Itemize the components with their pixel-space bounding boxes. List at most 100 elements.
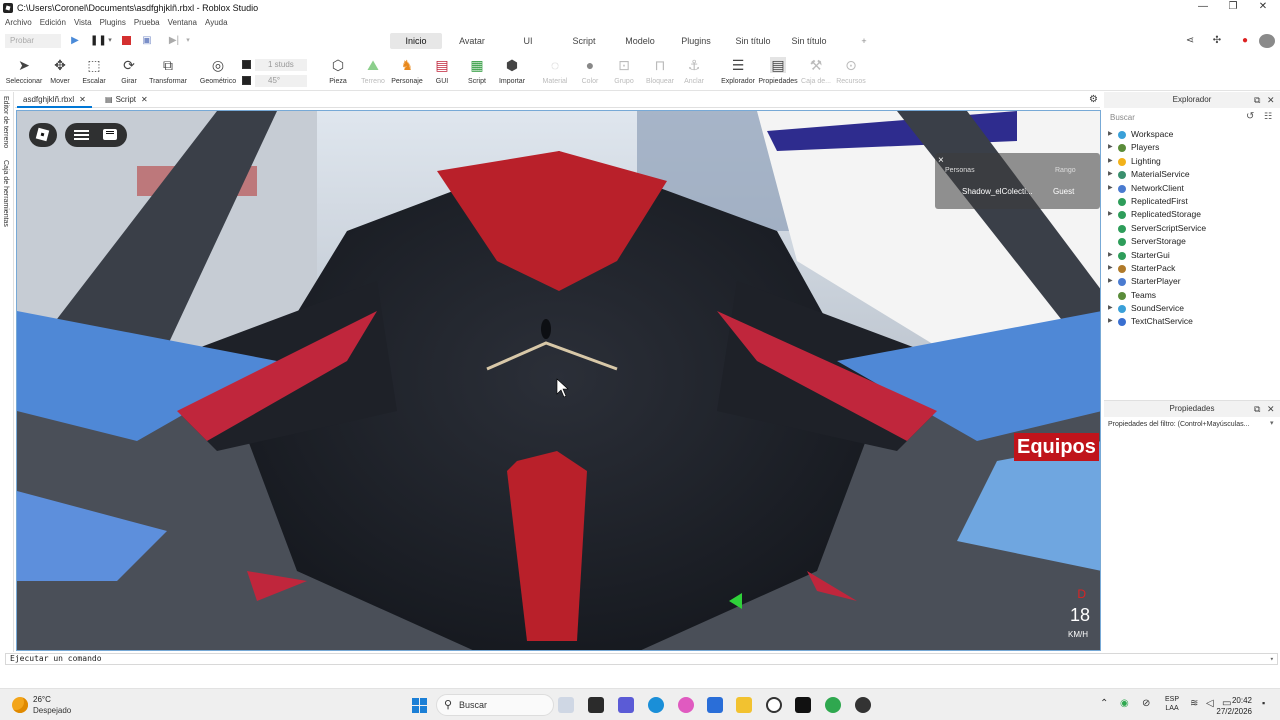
menu-edit[interactable]: Edición — [40, 18, 66, 27]
stop-icon[interactable] — [120, 35, 132, 47]
settings-gear-icon[interactable]: ⚙ — [1083, 92, 1104, 108]
volume-icon[interactable]: ◁ — [1206, 698, 1214, 709]
notification-icon[interactable]: ▪ — [1262, 698, 1265, 708]
chevron-right-icon[interactable]: ▶ — [1108, 141, 1113, 154]
weather-temperature[interactable]: 26°C — [33, 695, 51, 704]
history-icon[interactable]: ↺ — [1246, 111, 1254, 122]
explorer-item[interactable]: ▶ NetworkClient — [1104, 182, 1280, 195]
menu-view[interactable]: Vista — [74, 18, 92, 27]
close-icon[interactable]: ✕ — [1267, 92, 1275, 108]
hamburger-icon[interactable] — [74, 130, 89, 140]
chevron-right-icon[interactable]: ▶ — [1108, 302, 1113, 315]
snap-rotate-field[interactable]: 45° — [255, 75, 307, 87]
test-mode-dropdown[interactable]: Probar — [5, 34, 61, 48]
explorer-item[interactable]: ReplicatedFirst — [1104, 195, 1280, 208]
weather-description[interactable]: Despejado — [33, 706, 71, 715]
assets-toggle[interactable]: ⊙ Recursos — [834, 57, 868, 91]
tab-home[interactable]: Inicio — [390, 33, 442, 49]
chevron-right-icon[interactable]: ▶ — [1108, 249, 1113, 262]
menu-file[interactable]: Archivo — [5, 18, 32, 27]
teams-app-icon[interactable] — [618, 697, 634, 713]
undock-icon[interactable]: ⧉ — [1254, 401, 1260, 417]
transform-tool[interactable]: ⧉ Transformar — [146, 57, 190, 91]
avatar[interactable] — [1259, 34, 1275, 48]
import-tool[interactable]: ⬢ Importar — [496, 57, 528, 91]
task-view-icon[interactable] — [558, 697, 574, 713]
chevron-right-icon[interactable]: ▶ — [1108, 262, 1113, 275]
tab-script[interactable]: Script — [566, 33, 602, 49]
snap-move-field[interactable]: 1 studs — [255, 59, 307, 71]
close-doc-tab-icon[interactable]: ✕ — [79, 95, 86, 104]
explorer-item[interactable]: ▶ StarterGui — [1104, 249, 1280, 262]
menu-test[interactable]: Prueba — [134, 18, 160, 27]
roblox-studio-taskbar-icon[interactable] — [795, 697, 811, 713]
explorer-item[interactable]: ▶ ReplicatedStorage — [1104, 208, 1280, 221]
share-icon[interactable]: ⋖ — [1184, 35, 1196, 47]
edge-browser-icon[interactable] — [648, 697, 664, 713]
chevron-right-icon[interactable]: ▶ — [1108, 275, 1113, 288]
player-name[interactable]: Shadow_elColecti... — [962, 187, 1033, 196]
roblox-menu-button[interactable] — [29, 123, 57, 147]
terminal-icon[interactable] — [588, 697, 604, 713]
menu-window[interactable]: Ventana — [168, 18, 197, 27]
store-icon[interactable] — [707, 697, 723, 713]
scale-tool[interactable]: ⬚ Escalar — [78, 57, 110, 91]
notification-bell-icon[interactable]: ● — [1239, 35, 1251, 47]
close-doc-tab-icon[interactable]: ✕ — [141, 95, 148, 104]
show-hidden-icons-chevron[interactable]: ⌃ — [1100, 698, 1108, 709]
toolbox-toggle[interactable]: ⚒ Caja de... — [800, 57, 832, 91]
script-tool[interactable]: ▦ Script — [462, 57, 492, 91]
chevron-right-icon[interactable]: ▶ — [1108, 182, 1113, 195]
system-clock[interactable]: 20:42 27/2/2026 — [1216, 695, 1252, 717]
snap-rotate-checkbox[interactable] — [242, 76, 251, 85]
file-explorer-icon[interactable] — [736, 697, 752, 713]
chevron-right-icon[interactable]: ▶ — [1108, 155, 1113, 168]
lock-tool[interactable]: ⊓ Bloquear — [642, 57, 678, 91]
maximize-button[interactable]: ❐ — [1218, 0, 1248, 15]
terrain-editor-tab[interactable]: Editor de terreno — [2, 96, 9, 148]
chevron-down-icon[interactable]: ▾ — [1270, 419, 1274, 427]
close-window-button[interactable]: ✕ — [1248, 0, 1278, 15]
tab-untitled-2[interactable]: Sin título — [786, 33, 832, 49]
step-dropdown-icon[interactable]: ▾ — [182, 35, 194, 47]
select-tool[interactable]: ➤ Seleccionar — [4, 57, 44, 91]
eye-off-icon[interactable]: ⊘ — [1142, 698, 1150, 709]
explorer-item[interactable]: ▶ StarterPlayer — [1104, 275, 1280, 288]
tab-ui[interactable]: UI — [512, 33, 544, 49]
chat-icon[interactable] — [103, 129, 117, 140]
undock-icon[interactable]: ⧉ — [1254, 92, 1260, 108]
doc-tab-place[interactable]: asdfghjklñ.rbxl ✕ — [17, 92, 92, 108]
chevron-right-icon[interactable]: ▶ — [1108, 128, 1113, 141]
color-tool[interactable]: ● Color — [576, 57, 604, 91]
minimize-button[interactable]: — — [1188, 0, 1218, 15]
move-tool[interactable]: ✥ Mover — [46, 57, 74, 91]
explorer-item[interactable]: ServerStorage — [1104, 235, 1280, 248]
menu-help[interactable]: Ayuda — [205, 18, 228, 27]
properties-filter-input[interactable]: Propiedades del filtro: (Control+Mayúscu… — [1106, 418, 1278, 431]
explorer-item[interactable]: ▶ StarterPack — [1104, 262, 1280, 275]
properties-toggle[interactable]: ▤ Propiedades — [758, 57, 798, 91]
anchor-tool[interactable]: ⚓ Anclar — [680, 57, 708, 91]
add-tab-button[interactable]: + — [856, 33, 872, 49]
chevron-down-icon[interactable]: ▾ — [1270, 654, 1274, 664]
command-input[interactable]: Ejecutar un comando — [10, 654, 102, 663]
client-server-icon[interactable]: ▣ — [141, 35, 153, 47]
rotate-tool[interactable]: ⟳ Girar — [114, 57, 144, 91]
explorer-item[interactable]: ▶ TextChatService — [1104, 315, 1280, 328]
character-tool[interactable]: ♞ Personaje — [390, 57, 424, 91]
explorer-item[interactable]: ▶ Players — [1104, 141, 1280, 154]
windows-start-icon[interactable] — [412, 698, 427, 713]
explorer-item[interactable]: ▶ Workspace — [1104, 128, 1280, 141]
game-viewport[interactable]: × Personas Rango Shadow_elColecti... Gue… — [16, 110, 1101, 651]
chevron-right-icon[interactable]: ▶ — [1108, 208, 1113, 221]
pause-icon[interactable]: ❚❚ — [90, 35, 107, 47]
tab-untitled-1[interactable]: Sin título — [730, 33, 776, 49]
chevron-right-icon[interactable]: ▶ — [1108, 315, 1113, 328]
explorer-item[interactable]: ▶ Lighting — [1104, 155, 1280, 168]
weather-sun-icon[interactable] — [12, 697, 28, 713]
tab-model[interactable]: Modelo — [620, 33, 660, 49]
geometric-mode-dropdown[interactable]: ◎ Geométrico — [198, 57, 238, 91]
menu-plugins[interactable]: Plugins — [100, 18, 126, 27]
group-tool[interactable]: ⊡ Grupo — [610, 57, 638, 91]
wifi-icon[interactable]: ≋ — [1190, 698, 1198, 709]
